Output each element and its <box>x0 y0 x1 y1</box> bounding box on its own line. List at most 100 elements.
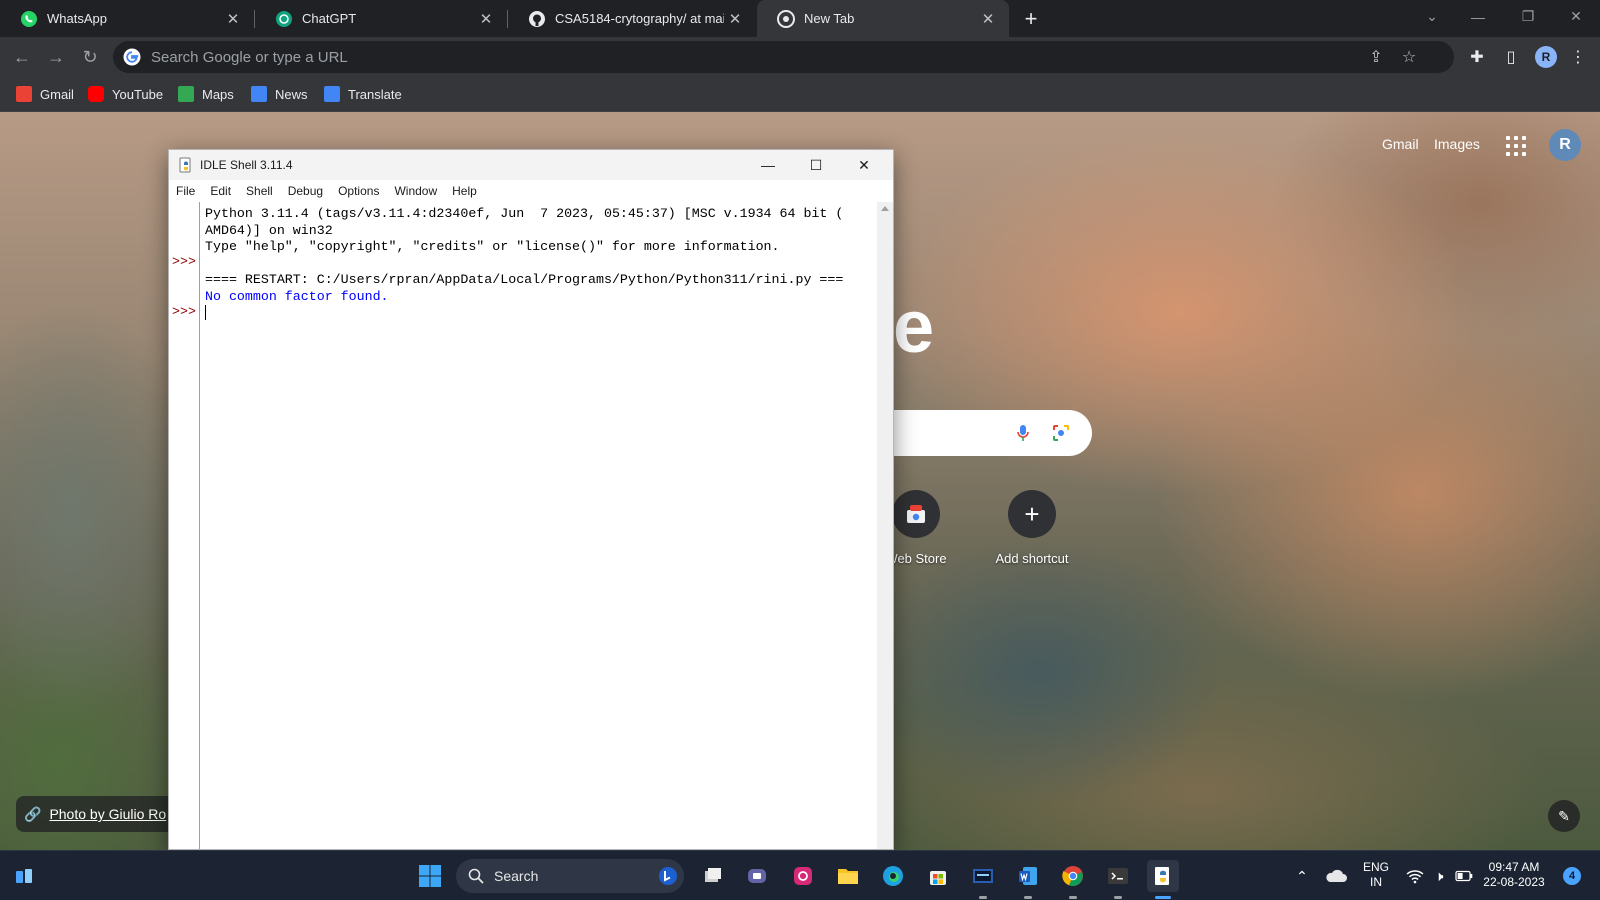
close-icon[interactable]: ✕ <box>222 8 244 30</box>
microphone-icon[interactable] <box>1012 422 1034 444</box>
scroll-up-icon[interactable] <box>881 206 889 211</box>
tab-github[interactable]: CSA5184-crytography/ at main · ✕ <box>508 0 756 37</box>
dev-app-icon[interactable] <box>967 860 999 892</box>
tab-whatsapp[interactable]: WhatsApp ✕ <box>0 0 254 37</box>
running-indicator <box>979 896 987 899</box>
widgets-icon[interactable] <box>8 860 40 892</box>
idle-app-icon <box>179 157 191 173</box>
menu-help[interactable]: Help <box>452 184 477 198</box>
chrome-icon <box>777 9 795 28</box>
tab-new-tab[interactable]: New Tab ✕ <box>757 0 1009 37</box>
chevron-up-icon[interactable]: ⌃ <box>1286 860 1318 892</box>
tab-chatgpt[interactable]: ChatGPT ✕ <box>255 0 507 37</box>
chevron-down-icon[interactable]: ⌄ <box>1409 0 1455 33</box>
menu-debug[interactable]: Debug <box>288 184 323 198</box>
chatgpt-icon <box>275 10 293 28</box>
region-code: IN <box>1370 875 1382 889</box>
search-label: Search <box>494 868 539 884</box>
close-window-button[interactable]: ✕ <box>1553 0 1599 33</box>
close-icon[interactable]: ✕ <box>724 8 746 30</box>
kebab-menu-icon[interactable]: ⋮ <box>1567 46 1589 68</box>
bookmark-label: YouTube <box>112 86 164 102</box>
running-indicator <box>1069 896 1077 899</box>
google-icon <box>123 48 141 66</box>
idle-minimize[interactable]: — <box>745 150 791 180</box>
bookmark-star-icon[interactable]: ☆ <box>1399 47 1419 67</box>
whatsapp-icon <box>20 10 38 28</box>
maximize-button[interactable]: ❐ <box>1505 0 1551 33</box>
menu-options[interactable]: Options <box>338 184 379 198</box>
browser-toolbar: ← → ↻ ⇪ ☆ ✚ ▯ R ⋮ <box>0 37 1600 77</box>
bookmark-news[interactable]: News <box>251 83 308 105</box>
forward-button[interactable]: → <box>42 43 70 71</box>
output-line: AMD64)] on win32 <box>205 222 333 238</box>
text-cursor <box>205 305 206 320</box>
side-panel-icon[interactable]: ▯ <box>1500 46 1522 68</box>
bookmark-gmail[interactable]: Gmail <box>16 83 74 105</box>
bookmark-label: Gmail <box>40 86 74 102</box>
onedrive-icon[interactable] <box>1320 860 1352 892</box>
task-view-icon[interactable] <box>697 860 729 892</box>
images-link[interactable]: Images <box>1434 136 1480 152</box>
google-lens-icon[interactable] <box>1050 422 1072 444</box>
menu-window[interactable]: Window <box>394 184 437 198</box>
minimize-button[interactable]: — <box>1455 0 1501 33</box>
idle-maximize[interactable]: ☐ <box>793 150 839 180</box>
menu-file[interactable]: File <box>176 184 195 198</box>
teams-chat-icon[interactable] <box>741 860 773 892</box>
reload-button[interactable]: ↻ <box>76 43 104 71</box>
account-avatar[interactable]: R <box>1549 129 1581 161</box>
close-icon[interactable]: ✕ <box>475 8 497 30</box>
word-icon[interactable] <box>1012 860 1044 892</box>
file-explorer-icon[interactable] <box>832 860 864 892</box>
taskbar-search[interactable]: Search <box>456 859 684 893</box>
input-line[interactable] <box>205 305 865 322</box>
apps-grid-icon[interactable] <box>1502 132 1526 156</box>
tab-label: WhatsApp <box>47 11 107 26</box>
address-input[interactable] <box>151 48 1251 66</box>
photo-credit-text[interactable]: Photo by Giulio Ro <box>49 806 166 822</box>
edge-icon[interactable] <box>877 860 909 892</box>
link-icon: 🔗 <box>24 805 42 822</box>
gmail-link[interactable]: Gmail <box>1382 136 1419 152</box>
battery-icon[interactable] <box>1448 860 1480 892</box>
terminal-icon[interactable] <box>1102 860 1134 892</box>
idle-taskbar-icon[interactable] <box>1147 860 1179 892</box>
extensions-icon[interactable]: ✚ <box>1466 46 1488 68</box>
ntp-search-box[interactable] <box>860 410 1092 456</box>
shortcut-add[interactable]: + Add shortcut <box>976 490 1088 566</box>
idle-close[interactable]: ✕ <box>841 150 887 180</box>
clock[interactable]: 09:47 AM 22-08-2023 <box>1478 860 1550 890</box>
close-icon[interactable]: ✕ <box>977 8 999 30</box>
back-button[interactable]: ← <box>8 43 36 71</box>
share-icon[interactable]: ⇪ <box>1366 47 1386 67</box>
language-indicator[interactable]: ENG IN <box>1361 860 1391 890</box>
google-logo: e <box>893 285 934 368</box>
shell-output[interactable]: Python 3.11.4 (tags/v3.11.4:d2340ef, Jun… <box>205 206 865 322</box>
bookmark-youtube[interactable]: YouTube <box>88 83 163 105</box>
windows-start-icon[interactable] <box>414 860 446 892</box>
idle-shell-window: IDLE Shell 3.11.4 — ☐ ✕ File Edit Shell … <box>168 149 894 850</box>
bookmark-label: Translate <box>348 86 402 102</box>
chrome-taskbar-icon[interactable] <box>1057 860 1089 892</box>
github-icon <box>528 10 546 28</box>
prompt-marker: >>> <box>172 304 196 319</box>
output-line: Python 3.11.4 (tags/v3.11.4:d2340ef, Jun… <box>205 206 844 221</box>
youtube-icon <box>88 86 104 102</box>
vertical-scrollbar[interactable] <box>877 202 893 849</box>
omnibox[interactable]: ⇪ ☆ <box>113 41 1454 73</box>
new-tab-button[interactable]: + <box>1017 5 1045 33</box>
photo-credit[interactable]: 🔗 Photo by Giulio Ro <box>16 796 179 832</box>
bookmark-maps[interactable]: Maps <box>178 83 234 105</box>
maps-icon <box>178 86 194 102</box>
bing-icon[interactable] <box>658 866 678 886</box>
menu-shell[interactable]: Shell <box>246 184 273 198</box>
microsoft-store-icon[interactable] <box>922 860 954 892</box>
notification-badge[interactable]: 4 <box>1563 867 1581 885</box>
bookmark-translate[interactable]: Translate <box>324 83 402 105</box>
customize-pencil-icon[interactable]: ✎ <box>1548 800 1580 832</box>
menu-edit[interactable]: Edit <box>210 184 231 198</box>
instagram-icon[interactable] <box>787 860 819 892</box>
profile-avatar[interactable]: R <box>1535 46 1557 68</box>
